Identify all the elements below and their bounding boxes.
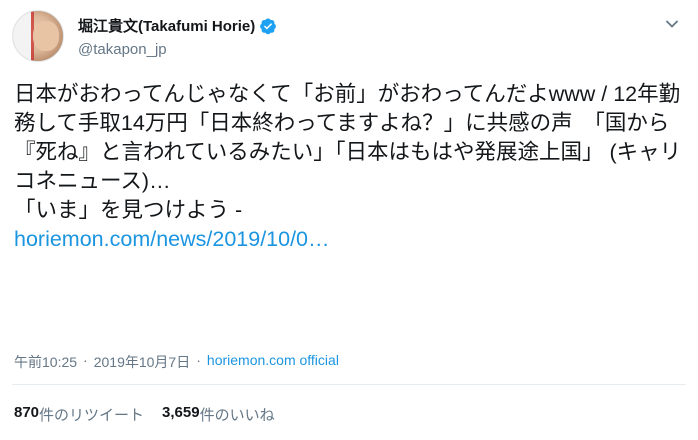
meta-separator: · — [196, 352, 201, 368]
divider — [12, 384, 686, 385]
retweet-stat[interactable]: 870 件のリツイート — [14, 404, 144, 425]
retweet-label: 件のリツイート — [39, 407, 145, 424]
author-info: 堀江貴文(Takafumi Horie) @takapon_jp — [78, 15, 277, 58]
tweet-meta: 午前10:25 · 2019年10月7日 · horiemon.com offi… — [14, 352, 339, 372]
chevron-down-icon[interactable] — [664, 16, 680, 32]
tweet-source[interactable]: horiemon.com official — [207, 352, 339, 372]
tweet-date[interactable]: 2019年10月7日 — [94, 352, 191, 372]
author-name-row: 堀江貴文(Takafumi Horie) — [78, 15, 277, 36]
tweet-text: 日本がおわってんじゃなくて「お前」がおわってんだよwww / 12年勤務して手取… — [14, 82, 682, 222]
tweet-stats: 870 件のリツイート 3,659 件のいいね — [14, 404, 293, 425]
avatar[interactable] — [12, 10, 64, 62]
like-count: 3,659 — [162, 404, 200, 421]
tweet-time[interactable]: 午前10:25 — [14, 352, 77, 372]
retweet-count: 870 — [14, 404, 40, 421]
tweet-body: 日本がおわってんじゃなくて「お前」がおわってんだよwww / 12年勤務して手取… — [14, 80, 684, 254]
tweet-header: 堀江貴文(Takafumi Horie) @takapon_jp — [12, 10, 686, 66]
meta-separator: · — [83, 352, 88, 368]
like-label: 件のいいね — [199, 407, 275, 424]
avatar-background-stripe — [13, 11, 31, 61]
like-stat[interactable]: 3,659 件のいいね — [162, 404, 275, 425]
avatar-face — [33, 21, 59, 51]
tweet-link[interactable]: horiemon.com/news/2019/10/0… — [14, 225, 684, 254]
author-handle[interactable]: @takapon_jp — [78, 41, 277, 58]
author-display-name[interactable]: 堀江貴文(Takafumi Horie) — [78, 15, 255, 36]
verified-badge-icon — [260, 18, 277, 34]
